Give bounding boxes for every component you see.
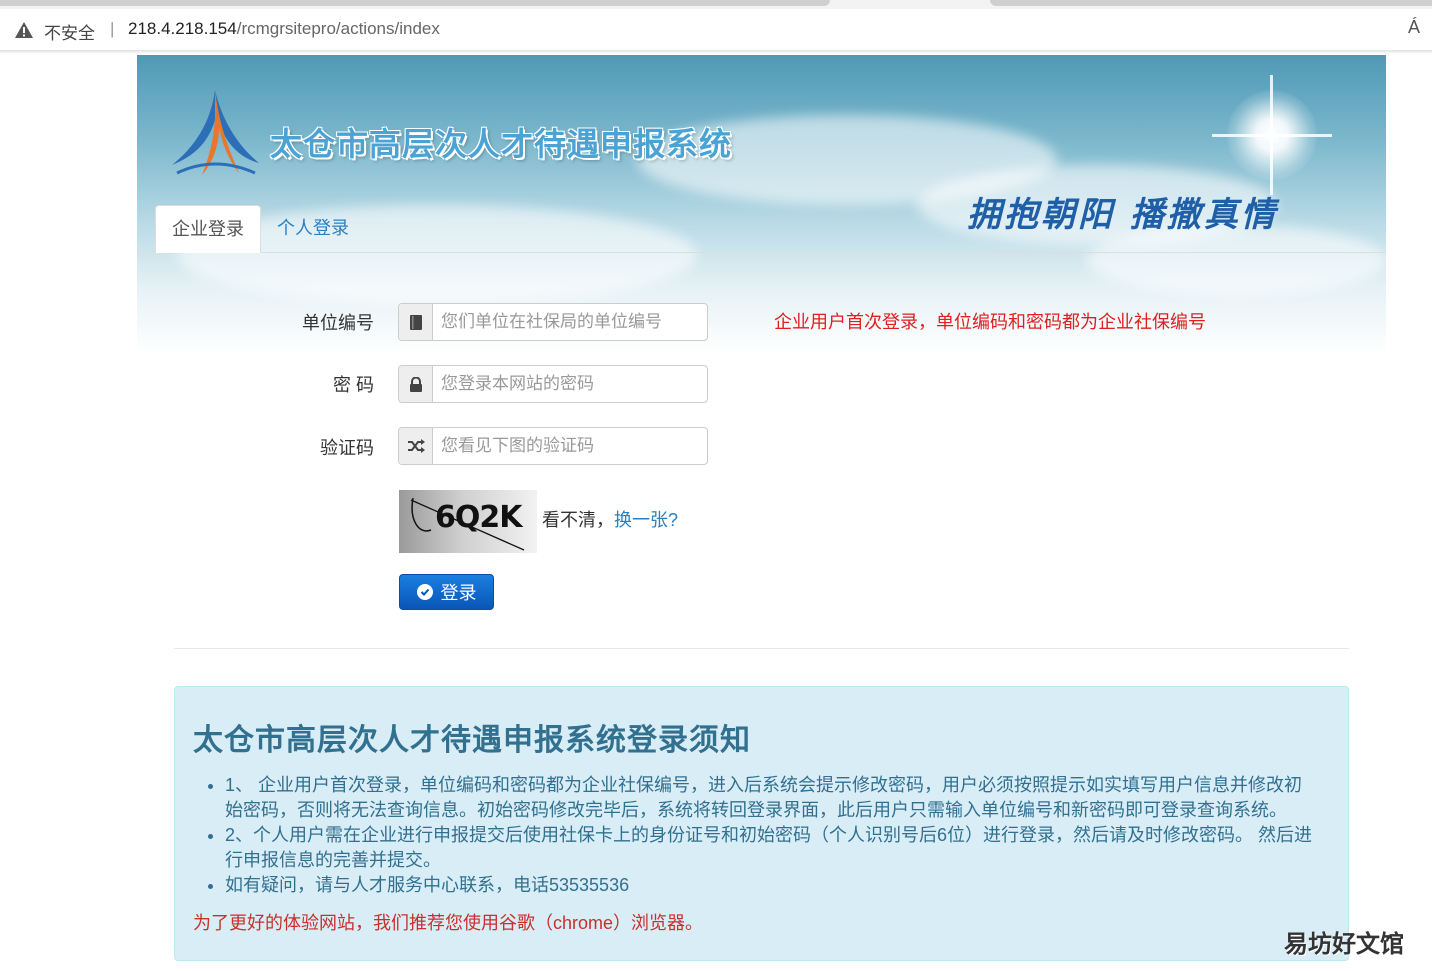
url-path: /rcmgrsitepro/actions/index [236, 19, 440, 38]
url-text[interactable]: 218.4.218.154/rcmgrsitepro/actions/index [128, 19, 440, 39]
unit-number-input[interactable] [433, 304, 707, 340]
captcha-label: 验证码 [320, 438, 374, 458]
url-host: 218.4.218.154 [128, 19, 237, 38]
captcha-unclear-text: 看不清， [542, 510, 614, 530]
captcha-group [398, 427, 708, 465]
browser-tabstrip [0, 0, 1432, 9]
password-input[interactable] [433, 366, 707, 402]
captcha-note: 看不清，换一张? [542, 506, 678, 532]
login-notice-panel: 太仓市高层次人才待遇申报系统登录须知 1、 企业用户首次登录，单位编码和密码都为… [174, 686, 1349, 961]
notice-title: 太仓市高层次人才待遇申报系统登录须知 [193, 724, 751, 757]
watermark: 易坊好文馆 [1284, 931, 1404, 958]
check-circle-icon [416, 584, 433, 600]
captcha-input[interactable] [433, 428, 707, 464]
security-label[interactable]: 不安全 [44, 19, 95, 44]
login-tabs: 企业登录 个人登录 [137, 205, 1386, 253]
shuffle-icon [399, 428, 433, 464]
toolbar-shadow [0, 51, 1432, 54]
tab-personal-login[interactable]: 个人登录 [261, 205, 365, 253]
password-label: 密 码 [332, 375, 374, 395]
captcha-code: 6Q2K [435, 500, 522, 535]
unit-number-group [398, 303, 708, 341]
browser-tab[interactable] [990, 0, 1432, 6]
address-bar[interactable]: 不安全 | 218.4.218.154/rcmgrsitepro/actions… [0, 9, 1432, 51]
notice-list: 1、 企业用户首次登录，单位编码和密码都为企业社保编号，进入后系统会提示修改密码… [225, 773, 1315, 898]
captcha-image[interactable]: 6Q2K [399, 490, 537, 553]
sun-ray [1212, 134, 1332, 137]
login-button[interactable]: 登录 [399, 574, 494, 610]
site-title: 太仓市高层次人才待遇申报系统 [270, 126, 733, 162]
separator: | [110, 19, 115, 38]
tab-enterprise-login[interactable]: 企业登录 [155, 205, 261, 253]
login-button-label: 登录 [440, 583, 477, 603]
list-item: 如有疑问，请与人才服务中心联系，电话53535536 [225, 873, 1315, 898]
browser-recommendation: 为了更好的体验网站，我们推荐您使用谷歌（chrome）浏览器。 [193, 913, 704, 933]
list-item: 1、 企业用户首次登录，单位编码和密码都为企业社保编号，进入后系统会提示修改密码… [225, 773, 1315, 823]
first-login-hint: 企业用户首次登录，单位编码和密码都为企业社保编号 [774, 312, 1206, 332]
read-aloud-icon[interactable]: Á [1408, 17, 1420, 38]
lock-icon [399, 366, 433, 402]
divider [174, 648, 1349, 649]
logo-icon [172, 90, 259, 175]
browser-tab[interactable] [0, 0, 830, 6]
list-item: 2、个人用户需在企业进行申报提交后使用社保卡上的身份证号和初始密码（个人识别号后… [225, 823, 1315, 873]
book-icon [399, 304, 433, 340]
warning-icon[interactable] [14, 20, 34, 40]
unit-number-label: 单位编号 [302, 313, 374, 333]
password-group [398, 365, 708, 403]
captcha-refresh-link[interactable]: 换一张? [614, 510, 678, 530]
